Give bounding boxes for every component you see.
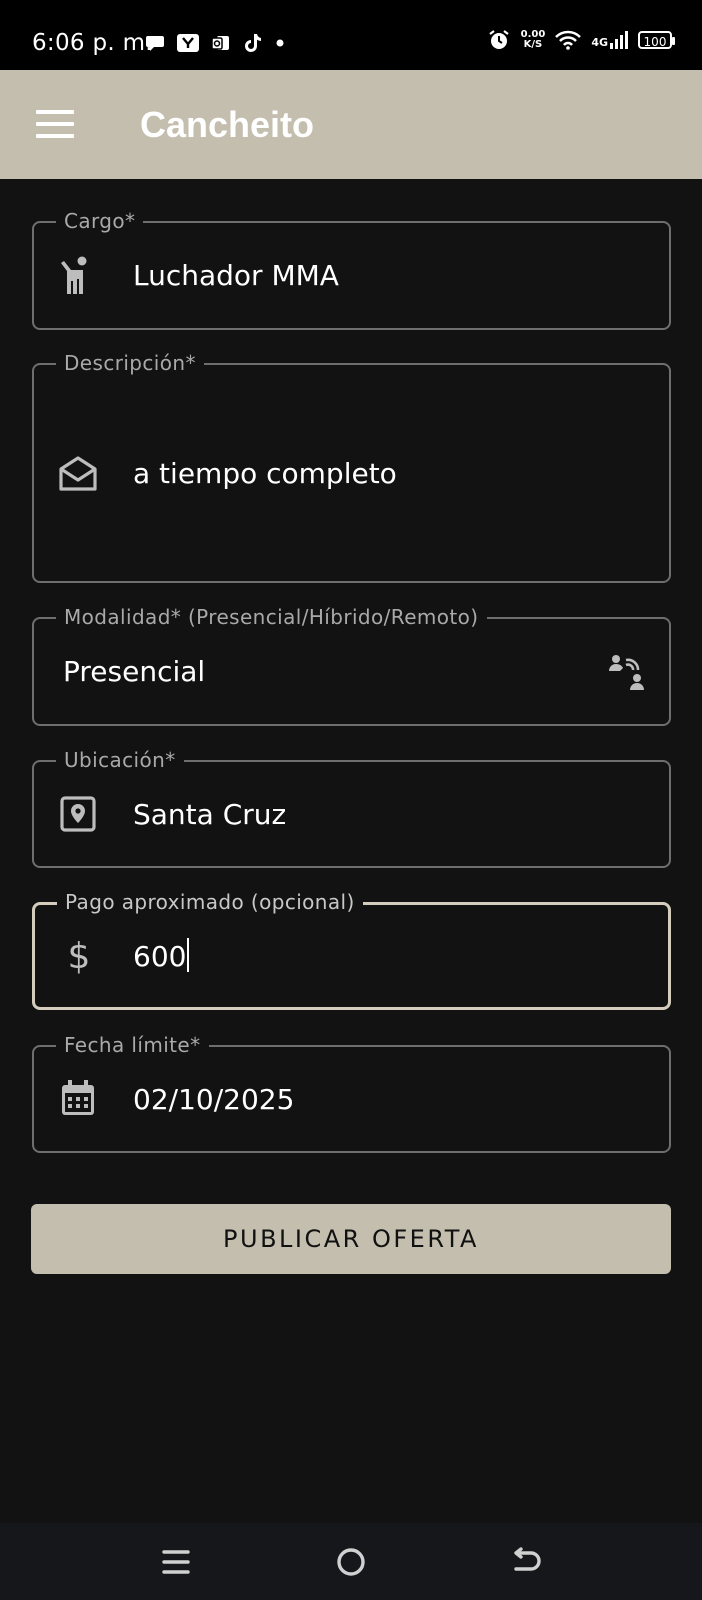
envelope-open-icon	[58, 454, 98, 494]
descripcion-field[interactable]: Descripción* a tiempo completo	[32, 352, 671, 583]
fecha-label: Fecha límite*	[56, 1034, 209, 1056]
network-speed-unit: K/S	[523, 39, 543, 50]
network-speed: 0.00 K/S	[521, 30, 546, 50]
person-pose-icon	[58, 255, 98, 295]
descripcion-value: a tiempo completo	[133, 457, 397, 490]
system-icons: 0.00 K/S 4G 100	[487, 28, 675, 52]
status-bar: 6:06 p. m. 0.00 K/S 4G 100	[0, 0, 702, 70]
status-time: 6:06 p. m.	[32, 30, 153, 56]
cargo-field[interactable]: Cargo* Luchador MMA	[32, 210, 671, 330]
app-title: Cancheito	[140, 104, 315, 145]
remote-connection-icon	[607, 651, 647, 691]
pago-input[interactable]: 600	[133, 938, 190, 973]
cargo-value: Luchador MMA	[133, 259, 339, 292]
descripcion-label: Descripción*	[56, 352, 204, 374]
calendar-icon	[58, 1078, 98, 1118]
wifi-icon	[555, 30, 582, 50]
system-nav-bar	[0, 1523, 702, 1600]
dollar-icon: $	[67, 935, 91, 977]
pago-label: Pago aproximado (opcional)	[57, 891, 363, 913]
battery-indicator: 100	[638, 31, 675, 49]
modalidad-label: Modalidad* (Presencial/Híbrido/Remoto)	[56, 606, 487, 628]
yahoo-notification-icon	[177, 34, 199, 52]
app-bar: Cancheito	[0, 70, 702, 179]
chat-notification-icon	[146, 36, 164, 51]
text-cursor	[187, 938, 190, 972]
tiktok-notification-icon	[245, 34, 261, 52]
ubicacion-field[interactable]: Ubicación* Santa Cruz	[32, 749, 671, 868]
fecha-value: 02/10/2025	[133, 1083, 295, 1116]
more-notifications-dot-icon	[276, 39, 284, 47]
home-icon[interactable]	[334, 1545, 368, 1579]
modalidad-value: Presencial	[63, 655, 206, 688]
back-icon[interactable]	[509, 1545, 543, 1579]
notification-icons	[145, 32, 285, 54]
alarm-icon	[488, 30, 509, 49]
ubicacion-label: Ubicación*	[56, 749, 184, 771]
cargo-label: Cargo*	[56, 210, 144, 232]
pago-field[interactable]: Pago aproximado (opcional) $ 600	[32, 891, 671, 1010]
recent-apps-icon[interactable]	[159, 1545, 193, 1579]
modalidad-field[interactable]: Modalidad* (Presencial/Híbrido/Remoto) P…	[32, 606, 671, 726]
publish-offer-button[interactable]: PUBLICAR OFERTA	[31, 1204, 671, 1274]
ubicacion-value: Santa Cruz	[133, 798, 287, 831]
cell-signal: 4G	[591, 31, 628, 49]
location-pin-icon	[58, 794, 98, 834]
fecha-field[interactable]: Fecha límite* 02/10/2025	[32, 1034, 671, 1153]
outlook-notification-icon	[211, 36, 229, 50]
hamburger-menu-icon[interactable]	[36, 110, 74, 138]
pago-value: 600	[133, 940, 187, 973]
signal-bars-icon	[610, 31, 628, 49]
network-type: 4G	[591, 36, 608, 49]
